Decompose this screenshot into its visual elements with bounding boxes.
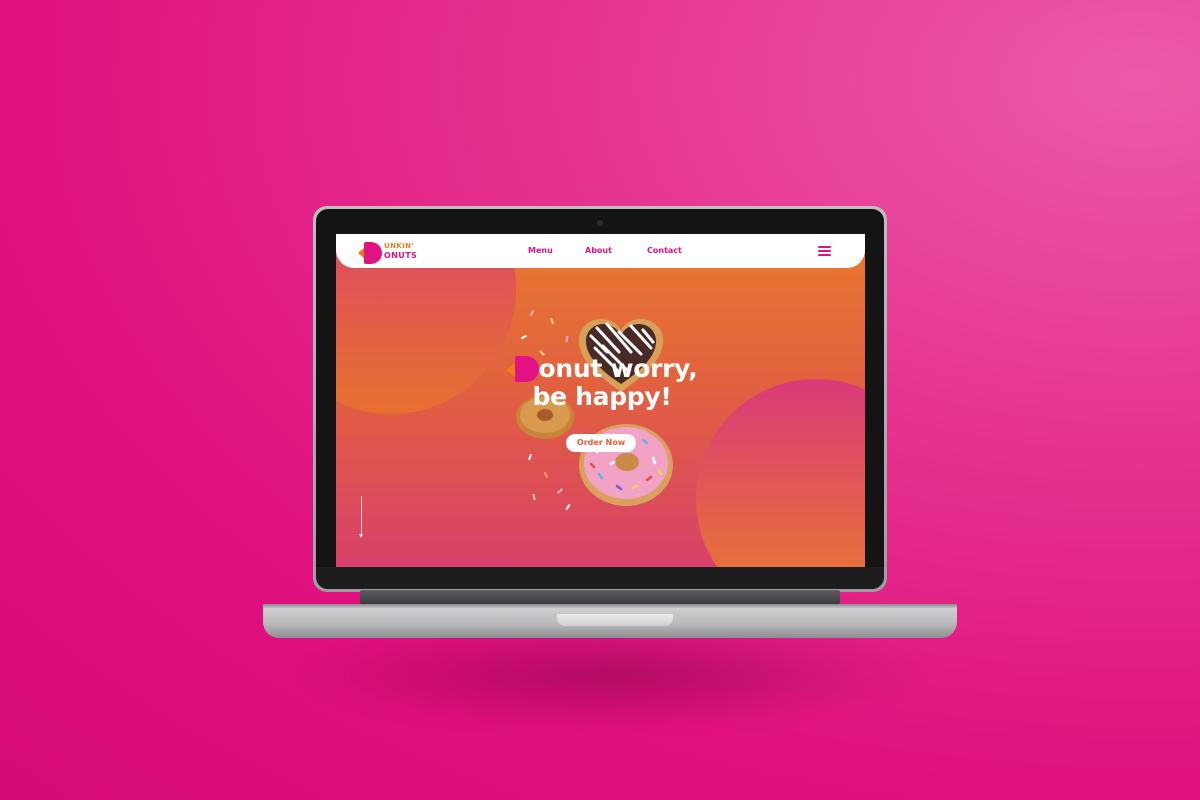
logo-line-2: ONUTS [384,251,418,260]
hero-headline: onut worry, be happy! [472,355,732,411]
top-navbar: UNKIN' ONUTS Menu About Contact [336,234,865,268]
laptop-open-notch [557,614,673,626]
camera-icon [597,220,603,226]
headline-line-2: be happy! [532,382,672,411]
logo-initial [364,242,382,264]
logo-line-1: UNKIN' [384,242,414,250]
order-now-button[interactable]: Order Now [566,434,636,452]
website-screen: UNKIN' ONUTS Menu About Contact onut wor… [336,234,865,567]
nav-link-about[interactable]: About [585,246,612,255]
nav-link-menu[interactable]: Menu [528,246,553,255]
headline-logo-d-icon [505,356,539,382]
brand-logo[interactable]: UNKIN' ONUTS [358,242,434,264]
nav-link-contact[interactable]: Contact [647,246,682,255]
laptop-keyboard [360,590,840,604]
hamburger-icon[interactable] [818,246,831,256]
scroll-indicator-line [361,496,362,536]
screen-chin [316,567,884,589]
laptop-base-edge [263,604,957,608]
scroll-down-arrow-icon[interactable] [359,534,363,538]
headline-line-1: onut worry, [538,354,698,383]
